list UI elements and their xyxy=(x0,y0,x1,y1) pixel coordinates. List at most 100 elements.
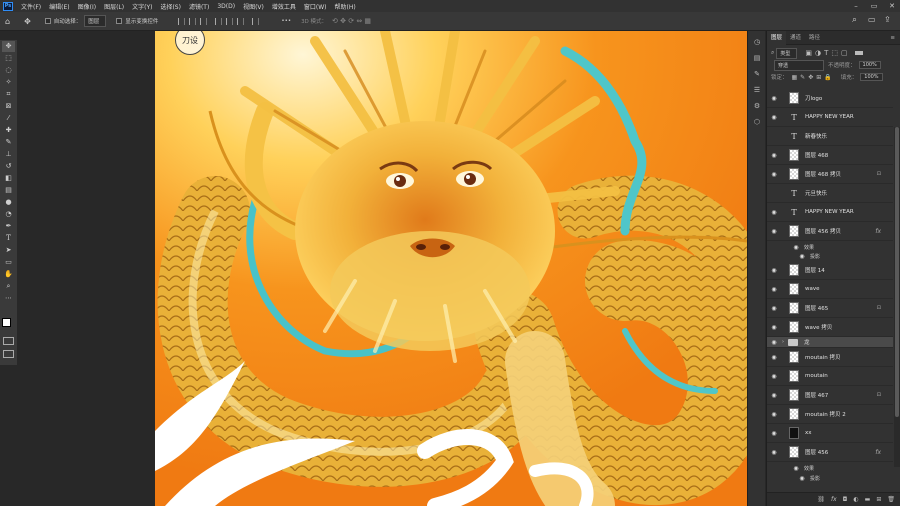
layer-name[interactable]: 图层 456 拷贝 xyxy=(805,227,841,235)
maximize-icon[interactable]: ▭ xyxy=(866,0,882,12)
layer-row[interactable]: ◉ 图层 468 拷贝 ⊡ xyxy=(767,165,893,184)
home-icon[interactable]: ⌂ xyxy=(5,17,10,26)
crop-tool-icon[interactable]: ⌗ xyxy=(2,89,15,100)
layer-name[interactable]: wave 拷贝 xyxy=(805,323,832,331)
layer-name[interactable]: moutain xyxy=(805,373,828,379)
show-transform-option[interactable]: 显示变换控件 xyxy=(116,17,158,25)
rectangle-tool-icon[interactable]: ▭ xyxy=(2,257,15,268)
search-icon[interactable]: ⌕ xyxy=(852,15,857,25)
align-bottom-icon[interactable] xyxy=(200,17,208,25)
fill-input[interactable]: 100% xyxy=(860,73,883,81)
document-canvas[interactable]: 刀设 xyxy=(155,31,747,506)
effects-eye-icon[interactable]: ◉ xyxy=(791,244,801,251)
show-transform-checkbox[interactable] xyxy=(116,18,123,24)
more-options-icon[interactable]: ••• xyxy=(281,18,291,24)
frame-tool-icon[interactable]: ⊠ xyxy=(2,101,15,112)
visibility-eye-icon[interactable]: ◉ xyxy=(769,171,779,178)
layer-target-dropdown[interactable]: 图层 xyxy=(84,15,107,27)
visibility-eye-icon[interactable]: ◉ xyxy=(769,339,779,346)
share-icon[interactable]: ⇪ xyxy=(884,15,891,24)
visibility-eye-icon[interactable]: ◉ xyxy=(769,449,779,456)
layer-name[interactable]: 刀logo xyxy=(805,94,822,102)
visibility-eye-icon[interactable]: ◉ xyxy=(769,373,779,380)
blur-tool-icon[interactable]: ● xyxy=(2,197,15,208)
fx-icon[interactable]: fx xyxy=(875,228,881,235)
menu-filter[interactable]: 滤镜(T) xyxy=(185,2,213,11)
link-layers-icon[interactable]: ⛓ xyxy=(817,496,825,503)
filter-toggle-icon[interactable] xyxy=(854,51,863,55)
properties-panel-icon[interactable]: ⚙ xyxy=(752,101,762,111)
fx-icon[interactable]: fx xyxy=(875,449,881,456)
layer-name[interactable]: HAPPY NEW YEAR xyxy=(805,114,854,120)
menu-layer[interactable]: 图层(L) xyxy=(100,2,128,11)
menu-image[interactable]: 图像(I) xyxy=(74,2,100,11)
3d-panel-icon[interactable]: ⬡ xyxy=(752,117,762,127)
distribute-icon[interactable] xyxy=(252,17,260,25)
tab-paths[interactable]: 路径 xyxy=(805,31,824,45)
align-left-icon[interactable] xyxy=(215,17,223,25)
photoshop-logo-icon[interactable]: Ps xyxy=(3,1,13,11)
menu-help[interactable]: 帮助(H) xyxy=(331,2,360,11)
layer-name[interactable]: xx xyxy=(805,430,812,436)
layer-row[interactable]: ◉ moutain 拷贝 2 xyxy=(767,405,893,424)
menu-type[interactable]: 文字(Y) xyxy=(128,2,156,11)
visibility-eye-icon[interactable]: ◉ xyxy=(769,228,779,235)
magic-wand-tool-icon[interactable]: ✧ xyxy=(2,77,15,88)
type-tool-icon[interactable]: T xyxy=(2,233,15,244)
align-vcenter-icon[interactable] xyxy=(189,17,197,25)
shadow-eye-icon[interactable]: ◉ xyxy=(797,475,807,482)
new-group-icon[interactable]: ▬ xyxy=(865,496,871,503)
opacity-input[interactable]: 100% xyxy=(858,61,881,69)
layer-row[interactable]: ◉ xx xyxy=(767,424,893,443)
eraser-tool-icon[interactable]: ◧ xyxy=(2,173,15,184)
visibility-eye-icon[interactable]: ◉ xyxy=(769,286,779,293)
layer-name[interactable]: 图层 468 xyxy=(805,151,828,159)
effects-sublayer[interactable]: ◉ 效果 xyxy=(767,463,893,473)
shadow-sublayer[interactable]: ◉ 投影 xyxy=(767,473,893,483)
pen-tool-icon[interactable]: ✒ xyxy=(2,221,15,232)
visibility-eye-icon[interactable]: ◉ xyxy=(769,209,779,216)
layer-name[interactable]: 元旦快乐 xyxy=(805,189,827,197)
menu-view[interactable]: 视图(V) xyxy=(239,2,268,11)
auto-select-checkbox[interactable] xyxy=(44,18,51,24)
menu-3d[interactable]: 3D(D) xyxy=(213,3,239,10)
effects-eye-icon[interactable]: ◉ xyxy=(791,465,801,472)
new-layer-icon[interactable]: ⊞ xyxy=(876,496,881,503)
layers-scrollbar-thumb[interactable] xyxy=(895,127,899,417)
comments-panel-icon[interactable]: ▤ xyxy=(752,53,762,63)
visibility-eye-icon[interactable]: ◉ xyxy=(769,152,779,159)
visibility-eye-icon[interactable]: ◉ xyxy=(769,411,779,418)
align-top-icon[interactable] xyxy=(178,17,186,25)
menu-select[interactable]: 选择(S) xyxy=(156,2,185,11)
close-icon[interactable]: ✕ xyxy=(884,0,900,12)
brush-panel-icon[interactable]: ✎ xyxy=(752,69,762,79)
layer-name[interactable]: 龙 xyxy=(804,338,810,346)
layer-group-row[interactable]: ◉ › 龙 xyxy=(767,337,893,348)
add-style-icon[interactable]: fx xyxy=(831,496,837,503)
adjustment-layer-icon[interactable]: ◐ xyxy=(853,496,858,503)
eyedropper-tool-icon[interactable]: ⁄ xyxy=(2,113,15,124)
menu-window[interactable]: 窗口(W) xyxy=(300,2,331,11)
blend-mode-dropdown[interactable]: 穿透 xyxy=(774,59,824,71)
clone-stamp-tool-icon[interactable]: ⊥ xyxy=(2,149,15,160)
layer-row[interactable]: ◉ 图层 467 ⊡ xyxy=(767,386,893,405)
history-brush-tool-icon[interactable]: ↺ xyxy=(2,161,15,172)
gradient-tool-icon[interactable]: ▤ xyxy=(2,185,15,196)
tab-layers[interactable]: 图层 xyxy=(767,30,787,45)
menu-edit[interactable]: 编辑(E) xyxy=(45,2,73,11)
layer-name[interactable]: 新春快乐 xyxy=(805,132,827,140)
visibility-eye-icon[interactable]: ◉ xyxy=(769,305,779,312)
filter-kind-dropdown[interactable]: 类型 xyxy=(776,47,798,59)
foreground-color-swatch[interactable] xyxy=(2,318,11,327)
layer-name[interactable]: 图层 14 xyxy=(805,266,825,274)
add-mask-icon[interactable]: ◘ xyxy=(843,496,848,503)
adjust-panel-icon[interactable]: ☰ xyxy=(752,85,762,95)
layer-name[interactable]: moutain 拷贝 2 xyxy=(805,410,846,418)
shadow-eye-icon[interactable]: ◉ xyxy=(797,253,807,260)
layer-row[interactable]: ◉ 图层 468 xyxy=(767,146,893,165)
visibility-eye-icon[interactable]: ◉ xyxy=(769,392,779,399)
menu-plugins[interactable]: 增效工具 xyxy=(268,2,300,11)
history-panel-icon[interactable]: ◷ xyxy=(752,37,762,47)
dodge-tool-icon[interactable]: ◔ xyxy=(2,209,15,220)
lock-options-icons[interactable]: ▦✎✥⊞🔒 xyxy=(792,74,835,81)
